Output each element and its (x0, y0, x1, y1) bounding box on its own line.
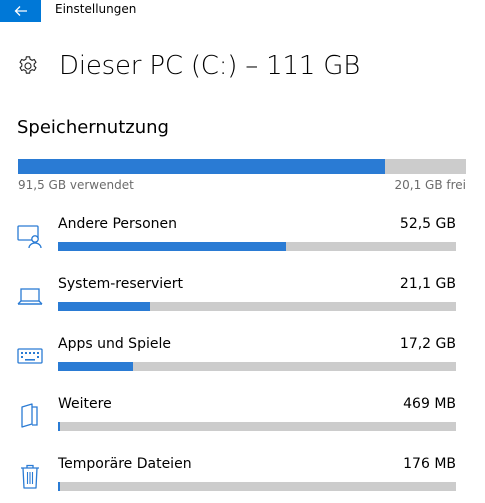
category-bar (58, 302, 456, 311)
folder-icon (21, 403, 38, 428)
category-system-reserved[interactable]: System-reserviert 21,1 GB (16, 275, 461, 319)
category-label: Temporäre Dateien (58, 456, 192, 472)
section-heading: Speichernutzung (17, 117, 169, 138)
category-size: 52,5 GB (399, 216, 456, 232)
category-other-users[interactable]: Andere Personen 52,5 GB (16, 215, 461, 259)
category-size: 176 MB (403, 456, 456, 472)
category-size: 17,2 GB (399, 336, 456, 352)
storage-usage-bar (18, 159, 466, 174)
title-bar: Einstellungen (0, 0, 485, 22)
category-size: 469 MB (403, 396, 456, 412)
gear-icon (19, 56, 37, 74)
storage-usage-labels: 91,5 GB verwendet 20,1 GB frei (18, 177, 466, 193)
used-label: 91,5 GB verwendet (18, 178, 134, 192)
category-bar-fill (58, 362, 133, 371)
keyboard-icon (17, 348, 43, 364)
category-label: Weitere (58, 396, 112, 412)
category-apps-games[interactable]: Apps und Spiele 17,2 GB (16, 335, 461, 379)
storage-usage-fill (18, 159, 386, 174)
category-bar-fill (58, 422, 61, 431)
category-label: Apps und Spiele (58, 336, 171, 352)
page-header: Dieser PC (C:) – 111 GB (17, 48, 360, 84)
page-title: Dieser PC (C:) – 111 GB (59, 51, 361, 81)
back-arrow-icon (14, 6, 27, 16)
laptop-icon (17, 288, 43, 305)
category-temp-files[interactable]: Temporäre Dateien 176 MB (16, 455, 461, 499)
category-other[interactable]: Weitere 469 MB (16, 395, 461, 439)
category-bar-fill (58, 302, 150, 311)
window-title: Einstellungen (55, 2, 137, 16)
category-label: Andere Personen (58, 216, 177, 232)
category-bar (58, 242, 456, 251)
category-bar-fill (58, 482, 60, 491)
category-bar (58, 422, 456, 431)
free-label: 20,1 GB frei (394, 178, 467, 192)
category-bar-fill (58, 242, 287, 251)
back-button[interactable] (0, 0, 41, 22)
other-users-icon (17, 225, 42, 249)
category-label: System-reserviert (58, 276, 184, 292)
category-bar (58, 362, 456, 371)
category-bar (58, 482, 456, 491)
trash-icon (21, 464, 39, 489)
category-size: 21,1 GB (399, 276, 456, 292)
